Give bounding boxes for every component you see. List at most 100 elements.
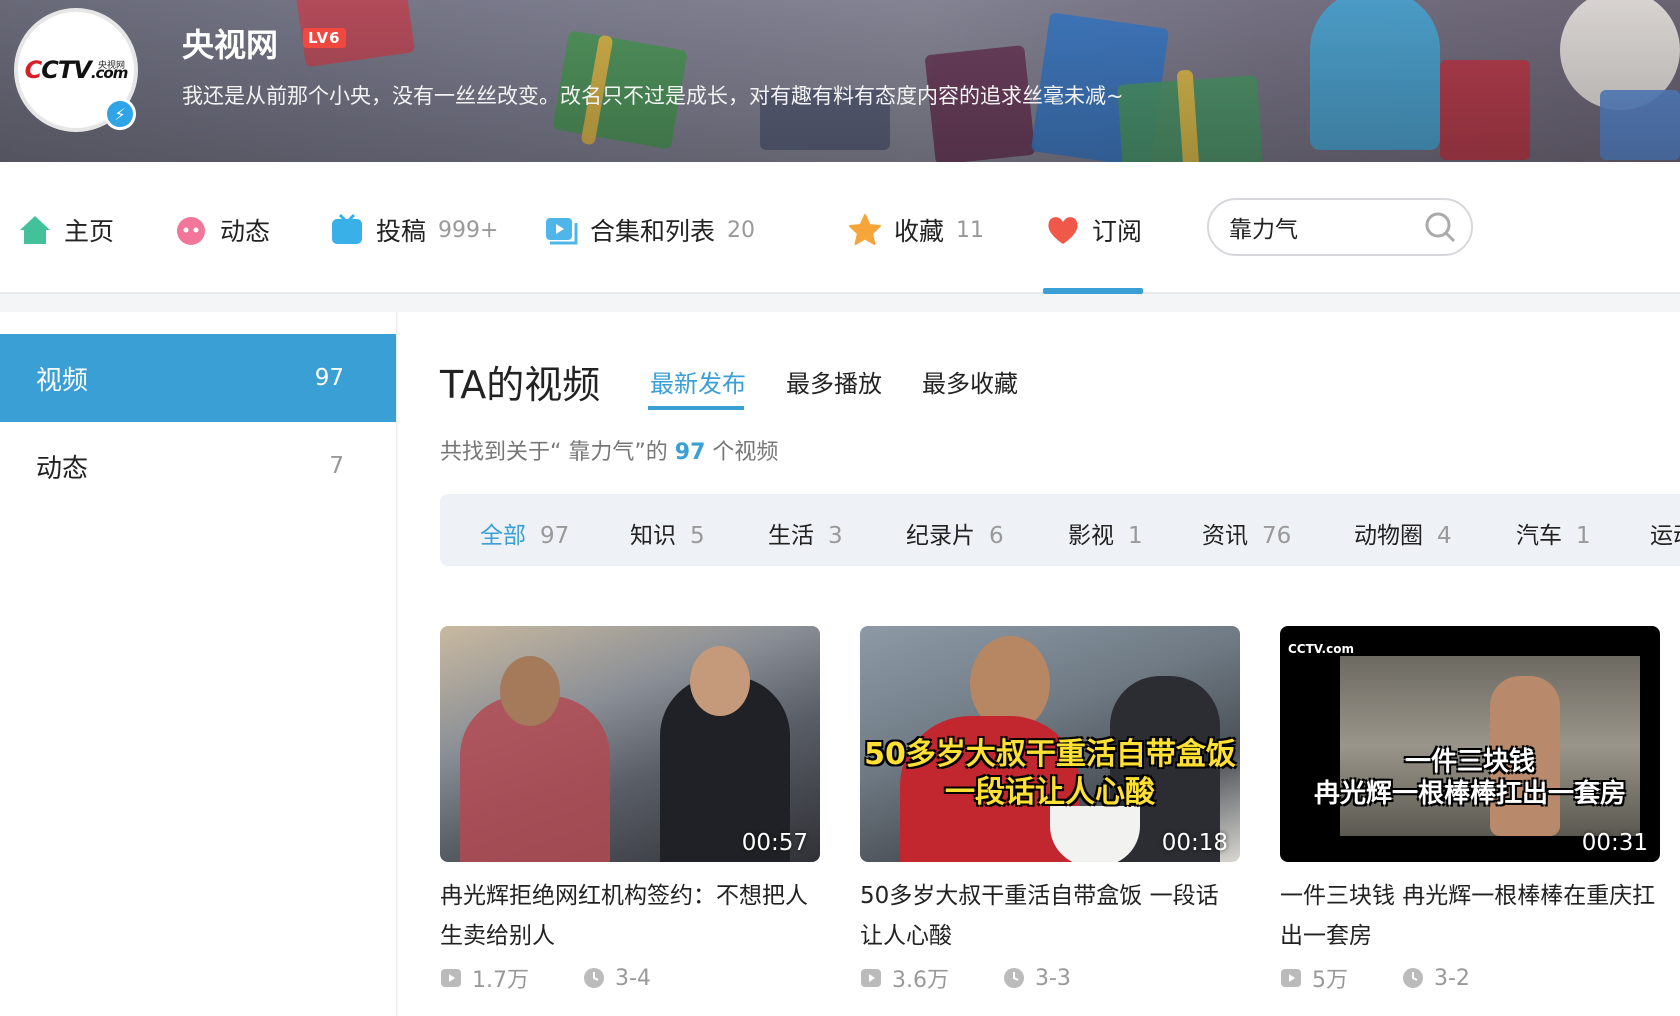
- page-title: TA的视频: [440, 363, 601, 407]
- play-count-icon: [861, 969, 881, 987]
- profile-banner: CCTV.com 央视网 ⚡ 央视网 LV6 我还是从前那个小央，没有一丝丝改变…: [0, 0, 1680, 162]
- video-duration: 00:57: [741, 830, 808, 856]
- heart-icon: [1046, 213, 1080, 247]
- home-icon: [18, 213, 52, 247]
- category-count: 76: [1262, 523, 1292, 549]
- category-label: 运动: [1650, 523, 1680, 549]
- result-summary: 共找到关于“ 靠力气”的 97 个视频: [440, 434, 778, 466]
- category-count: 3: [828, 523, 843, 549]
- avatar-subtext: 央视网: [98, 61, 126, 71]
- search-input[interactable]: 靠力气: [1207, 198, 1473, 256]
- tab-uploads-label: 投稿: [376, 217, 427, 246]
- category-count: 4: [1437, 523, 1452, 549]
- active-tab-indicator: [1043, 288, 1143, 294]
- playlist-icon: [544, 213, 578, 247]
- tab-uploads[interactable]: 投稿 999+: [330, 207, 498, 253]
- tab-dynamic-label: 动态: [220, 217, 271, 246]
- tab-uploads-count: 999+: [438, 217, 499, 243]
- category-label: 全部: [480, 523, 526, 549]
- tab-favorites-label: 收藏: [894, 217, 945, 246]
- category-animals[interactable]: 动物圈 4: [1354, 516, 1452, 550]
- category-life[interactable]: 生活 3: [768, 516, 843, 550]
- category-knowledge[interactable]: 知识 5: [630, 516, 705, 550]
- category-label: 汽车: [1516, 523, 1562, 549]
- category-label: 知识: [630, 523, 676, 549]
- user-signature: 我还是从前那个小央，没有一丝丝改变。改名只不过是成长，对有趣有料有态度内容的追求…: [182, 84, 1124, 108]
- video-card[interactable]: CCTV.com 一件三块钱 冉光辉一根棒棒扛出一套房 00:31 一件三块钱 冉…: [1280, 626, 1660, 994]
- video-meta: 5万 3-2: [1280, 962, 1660, 994]
- sidebar: 视频 97 动态 7: [0, 312, 397, 1016]
- tab-dynamic[interactable]: 动态: [174, 207, 270, 253]
- search-value: 靠力气: [1229, 217, 1298, 243]
- video-thumbnail[interactable]: 00:57: [440, 626, 820, 862]
- category-documentary[interactable]: 纪录片 6: [906, 516, 1004, 550]
- publish-date: 3-2: [1434, 965, 1470, 991]
- sort-most-favorited[interactable]: 最多收藏: [922, 364, 1018, 399]
- category-label: 纪录片: [906, 523, 975, 549]
- level-badge: LV6: [303, 28, 346, 48]
- video-panel: TA的视频 最新发布 最多播放 最多收藏 共找到关于“ 靠力气”的 97 个视频…: [398, 312, 1680, 1016]
- tab-collections-label: 合集和列表: [590, 217, 716, 246]
- video-meta: 3.6万 3-3: [860, 962, 1240, 994]
- sort-latest[interactable]: 最新发布: [650, 364, 746, 399]
- search-icon[interactable]: [1423, 210, 1457, 244]
- video-card[interactable]: 00:57 冉光辉拒绝网红机构签约：不想把人生卖给别人 1.7万 3-4: [440, 626, 820, 994]
- tab-home[interactable]: 主页: [18, 207, 114, 253]
- category-film[interactable]: 影视 1: [1068, 516, 1143, 550]
- cctv-watermark: CCTV.com: [1288, 642, 1354, 656]
- category-label: 资讯: [1202, 523, 1248, 549]
- video-thumbnail[interactable]: CCTV.com 一件三块钱 冉光辉一根棒棒扛出一套房 00:31: [1280, 626, 1660, 862]
- publish-date: 3-4: [615, 965, 651, 991]
- tab-collections-count: 20: [727, 217, 756, 243]
- play-count: 1.7万: [472, 968, 529, 993]
- video-duration: 00:18: [1161, 830, 1228, 856]
- sidebar-item-videos[interactable]: 视频 97: [0, 334, 396, 422]
- result-prefix: 共找到关于“ 靠力气”的: [440, 440, 668, 465]
- play-count: 5万: [1312, 968, 1348, 993]
- clock-icon: [1004, 968, 1024, 988]
- sidebar-item-count: 7: [329, 453, 344, 479]
- clock-icon: [1403, 968, 1423, 988]
- video-card[interactable]: 50多岁大叔干重活自带盒饭 一段话让人心酸 00:18 50多岁大叔干重活自带盒饭…: [860, 626, 1240, 994]
- star-icon: [848, 213, 882, 247]
- sidebar-item-label: 动态: [36, 453, 89, 484]
- category-all[interactable]: 全部 97: [480, 516, 569, 550]
- sort-active-indicator: [648, 406, 744, 410]
- sidebar-item-dynamic[interactable]: 动态 7: [0, 422, 396, 510]
- category-news[interactable]: 资讯 76: [1202, 516, 1291, 550]
- category-count: 1: [1128, 523, 1143, 549]
- thumbnail-caption: 一件三块钱 冉光辉一根棒棒扛出一套房: [1313, 747, 1626, 809]
- category-label: 影视: [1068, 523, 1114, 549]
- play-count-icon: [441, 969, 461, 987]
- video-meta: 1.7万 3-4: [440, 962, 820, 994]
- dynamic-icon: [174, 213, 208, 247]
- category-label: 动物圈: [1354, 523, 1423, 549]
- result-count: 97: [674, 440, 706, 465]
- category-cars[interactable]: 汽车 1: [1516, 516, 1591, 550]
- video-title[interactable]: 冉光辉拒绝网红机构签约：不想把人生卖给别人: [440, 876, 820, 956]
- video-title[interactable]: 50多岁大叔干重活自带盒饭 一段话让人心酸: [860, 876, 1240, 956]
- result-suffix: 个视频: [712, 440, 779, 465]
- profile-nav: 主页 动态 投稿 999+ 合集和列表 20 收藏 11 订阅 靠力气: [0, 162, 1680, 294]
- category-sports[interactable]: 运动: [1650, 516, 1680, 550]
- tab-collections[interactable]: 合集和列表 20: [544, 207, 755, 253]
- thumbnail-caption: 50多岁大叔干重活自带盒饭 一段话让人心酸: [864, 737, 1236, 810]
- category-count: 5: [690, 523, 705, 549]
- sort-most-played[interactable]: 最多播放: [786, 364, 882, 399]
- username[interactable]: 央视网: [182, 20, 278, 66]
- play-count: 3.6万: [892, 968, 949, 993]
- play-count-icon: [1281, 969, 1301, 987]
- tab-home-label: 主页: [64, 217, 115, 246]
- category-count: 97: [540, 523, 570, 549]
- sidebar-item-count: 97: [314, 365, 344, 391]
- category-count: 6: [989, 523, 1004, 549]
- tab-subscriptions[interactable]: 订阅: [1046, 207, 1142, 253]
- tab-subscriptions-label: 订阅: [1092, 217, 1143, 246]
- tab-favorites-count: 11: [956, 217, 985, 243]
- tab-favorites[interactable]: 收藏 11: [848, 207, 984, 253]
- video-thumbnail[interactable]: 50多岁大叔干重活自带盒饭 一段话让人心酸 00:18: [860, 626, 1240, 862]
- category-filter-bar: 全部 97 知识 5 生活 3 纪录片 6 影视 1 资讯 76 动物圈 4 汽车 1 运动: [440, 494, 1680, 566]
- video-title[interactable]: 一件三块钱 冉光辉一根棒棒在重庆扛出一套房: [1280, 876, 1660, 956]
- publish-date: 3-3: [1035, 965, 1071, 991]
- tv-icon: [330, 213, 364, 247]
